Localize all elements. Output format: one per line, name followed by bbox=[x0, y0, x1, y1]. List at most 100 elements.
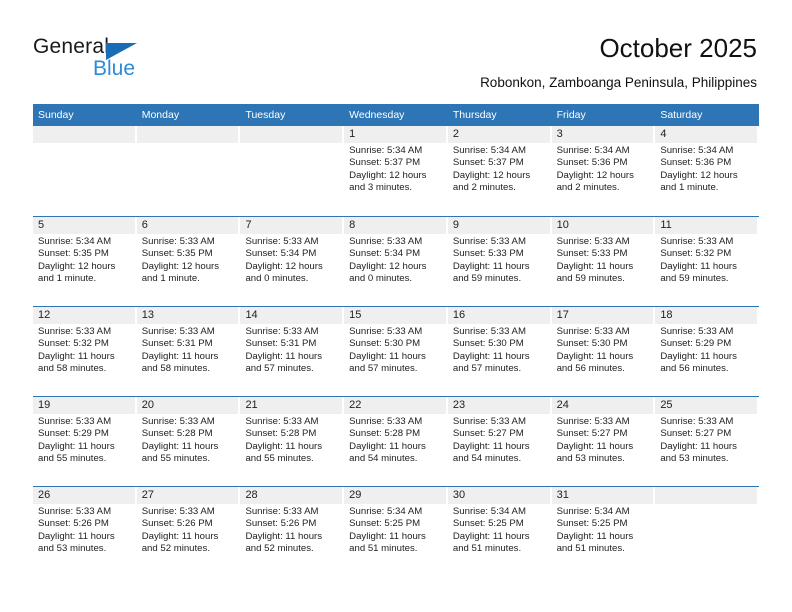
day-details: Sunrise: 5:34 AM Sunset: 5:25 PM Daylight:… bbox=[552, 504, 654, 556]
calendar-day-cell[interactable]: 7 Sunrise: 5:33 AM Sunset: 5:34 PM Daylight… bbox=[240, 217, 345, 306]
daylight-duration-line2: and 2 minutes. bbox=[556, 182, 620, 194]
sunrise-time: Sunrise: 5:33 AM bbox=[349, 416, 423, 427]
calendar-day-cell[interactable]: 23 Sunrise: 5:33 AM Sunset: 5:27 PM Dayligh… bbox=[447, 397, 552, 486]
sunrise-time: Sunrise: 5:33 AM bbox=[660, 416, 734, 427]
calendar-day-cell[interactable]: 3 Sunrise: 5:34 AM Sunset: 5:36 PM Daylight… bbox=[551, 126, 656, 216]
calendar-day-cell[interactable]: 4 Sunrise: 5:34 AM Sunset: 5:36 PM Daylight… bbox=[655, 126, 760, 216]
sunrise-time: Sunrise: 5:33 AM bbox=[245, 416, 319, 427]
calendar-day-cell[interactable]: 21 Sunrise: 5:33 AM Sunset: 5:28 PM Dayligh… bbox=[240, 397, 345, 486]
calendar-day-cell-empty bbox=[136, 126, 241, 216]
general-blue-logo[interactable]: General Blue bbox=[33, 35, 273, 90]
calendar-day-cell[interactable]: 27 Sunrise: 5:33 AM Sunset: 5:26 PM Dayligh… bbox=[136, 487, 241, 576]
sunrise-time: Sunrise: 5:33 AM bbox=[452, 416, 526, 427]
daylight-duration-line1: Daylight: 11 hours bbox=[556, 260, 634, 272]
calendar-day-cell[interactable]: 8 Sunrise: 5:33 AM Sunset: 5:34 PM Daylight… bbox=[344, 217, 448, 306]
daylight-duration-line2: and 57 minutes. bbox=[349, 363, 418, 375]
day-details: Sunrise: 5:33 AM Sunset: 5:26 PM Daylight:… bbox=[137, 504, 239, 556]
day-details: Sunrise: 5:33 AM Sunset: 5:34 PM Daylight:… bbox=[344, 234, 446, 286]
daylight-duration-line1: Daylight: 11 hours bbox=[349, 350, 426, 362]
daylight-duration-line2: and 55 minutes. bbox=[245, 453, 314, 465]
sunset-time: Sunset: 5:33 PM bbox=[556, 248, 628, 260]
daylight-duration-line2: and 1 minute. bbox=[38, 273, 97, 285]
sunrise-time: Sunrise: 5:34 AM bbox=[452, 506, 526, 517]
calendar-day-cell[interactable]: 24 Sunrise: 5:33 AM Sunset: 5:27 PM Dayligh… bbox=[551, 397, 656, 486]
daylight-duration-line2: and 52 minutes. bbox=[245, 543, 314, 555]
day-number: 6 bbox=[136, 217, 239, 234]
calendar-day-cell[interactable]: 25 Sunrise: 5:33 AM Sunset: 5:27 PM Dayligh… bbox=[655, 397, 760, 486]
day-number: 12 bbox=[33, 307, 135, 324]
day-details: Sunrise: 5:33 AM Sunset: 5:32 PM Daylight:… bbox=[655, 234, 757, 286]
day-details: Sunrise: 5:34 AM Sunset: 5:35 PM Daylight:… bbox=[33, 234, 135, 286]
daylight-duration-line1: Daylight: 11 hours bbox=[141, 440, 219, 452]
calendar-day-cell[interactable]: 9 Sunrise: 5:33 AM Sunset: 5:33 PM Daylight… bbox=[447, 217, 552, 306]
sunset-time: Sunset: 5:25 PM bbox=[452, 518, 524, 530]
calendar-day-cell[interactable]: 11 Sunrise: 5:33 AM Sunset: 5:32 PM Dayligh… bbox=[655, 217, 760, 306]
sunset-time: Sunset: 5:31 PM bbox=[245, 338, 317, 350]
calendar-day-cell[interactable]: 17 Sunrise: 5:33 AM Sunset: 5:30 PM Dayligh… bbox=[551, 307, 656, 396]
daylight-duration-line1: Daylight: 12 hours bbox=[38, 260, 116, 272]
calendar-day-cell[interactable]: 29 Sunrise: 5:34 AM Sunset: 5:25 PM Dayligh… bbox=[344, 487, 448, 576]
sunset-time: Sunset: 5:25 PM bbox=[556, 518, 628, 530]
daylight-duration-line2: and 56 minutes. bbox=[660, 363, 729, 375]
calendar-day-cell-empty bbox=[240, 126, 345, 216]
daylight-duration-line1: Daylight: 12 hours bbox=[245, 260, 323, 272]
calendar-day-cell[interactable]: 15 Sunrise: 5:33 AM Sunset: 5:30 PM Dayligh… bbox=[344, 307, 448, 396]
daylight-duration-line2: and 52 minutes. bbox=[141, 543, 210, 555]
day-number: 4 bbox=[655, 126, 758, 143]
daylight-duration-line1: Daylight: 11 hours bbox=[349, 530, 426, 542]
daylight-duration-line2: and 55 minutes. bbox=[141, 453, 210, 465]
calendar-day-cell[interactable]: 14 Sunrise: 5:33 AM Sunset: 5:31 PM Dayligh… bbox=[240, 307, 345, 396]
day-number: 24 bbox=[551, 397, 654, 414]
calendar-day-cell[interactable]: 31 Sunrise: 5:34 AM Sunset: 5:25 PM Dayligh… bbox=[551, 487, 656, 576]
calendar-day-cell[interactable]: 18 Sunrise: 5:33 AM Sunset: 5:29 PM Dayligh… bbox=[655, 307, 760, 396]
day-details: Sunrise: 5:33 AM Sunset: 5:28 PM Daylight:… bbox=[137, 414, 239, 466]
calendar-day-cell[interactable]: 28 Sunrise: 5:33 AM Sunset: 5:26 PM Dayligh… bbox=[240, 487, 345, 576]
calendar-day-cell[interactable]: 13 Sunrise: 5:33 AM Sunset: 5:31 PM Dayligh… bbox=[136, 307, 241, 396]
daylight-duration-line2: and 51 minutes. bbox=[349, 543, 418, 555]
day-number: 28 bbox=[240, 487, 343, 504]
calendar-day-cell[interactable]: 12 Sunrise: 5:33 AM Sunset: 5:32 PM Dayligh… bbox=[33, 307, 137, 396]
day-number: 31 bbox=[551, 487, 654, 504]
calendar-day-cell[interactable]: 2 Sunrise: 5:34 AM Sunset: 5:37 PM Daylight… bbox=[447, 126, 552, 216]
daylight-duration-line2: and 1 minute. bbox=[660, 182, 719, 194]
day-details: Sunrise: 5:33 AM Sunset: 5:29 PM Daylight:… bbox=[655, 324, 757, 376]
daylight-duration-line1: Daylight: 11 hours bbox=[452, 350, 530, 362]
calendar-day-cell[interactable]: 22 Sunrise: 5:33 AM Sunset: 5:28 PM Dayligh… bbox=[344, 397, 448, 486]
day-number bbox=[655, 487, 758, 504]
daylight-duration-line1: Daylight: 11 hours bbox=[452, 530, 530, 542]
calendar-day-cell[interactable]: 20 Sunrise: 5:33 AM Sunset: 5:28 PM Dayligh… bbox=[136, 397, 241, 486]
calendar-day-cell[interactable]: 19 Sunrise: 5:33 AM Sunset: 5:29 PM Dayligh… bbox=[33, 397, 137, 486]
day-number: 25 bbox=[655, 397, 758, 414]
sunset-time: Sunset: 5:35 PM bbox=[38, 248, 109, 260]
day-number: 1 bbox=[344, 126, 446, 143]
weekday-header-monday: Monday bbox=[141, 109, 180, 121]
day-details: Sunrise: 5:33 AM Sunset: 5:34 PM Daylight:… bbox=[240, 234, 342, 286]
day-details: Sunrise: 5:34 AM Sunset: 5:36 PM Daylight:… bbox=[655, 143, 757, 195]
sunrise-time: Sunrise: 5:33 AM bbox=[38, 326, 112, 337]
calendar-day-cell[interactable]: 26 Sunrise: 5:33 AM Sunset: 5:26 PM Dayligh… bbox=[33, 487, 137, 576]
calendar-day-cell[interactable]: 1 Sunrise: 5:34 AM Sunset: 5:37 PM Daylight… bbox=[344, 126, 448, 216]
daylight-duration-line2: and 53 minutes. bbox=[38, 543, 107, 555]
daylight-duration-line2: and 54 minutes. bbox=[349, 453, 418, 465]
sunrise-time: Sunrise: 5:33 AM bbox=[556, 326, 630, 337]
weekday-header-row: Sunday Monday Tuesday Wednesday Thursday Frid… bbox=[33, 104, 759, 126]
daylight-duration-line1: Daylight: 12 hours bbox=[141, 260, 220, 272]
day-details: Sunrise: 5:33 AM Sunset: 5:30 PM Daylight:… bbox=[344, 324, 446, 376]
day-details: Sunrise: 5:33 AM Sunset: 5:33 PM Daylight:… bbox=[448, 234, 550, 286]
daylight-duration-line2: and 55 minutes. bbox=[38, 453, 107, 465]
calendar-day-cell[interactable]: 30 Sunrise: 5:34 AM Sunset: 5:25 PM Dayligh… bbox=[447, 487, 552, 576]
calendar-day-cell[interactable]: 10 Sunrise: 5:33 AM Sunset: 5:33 PM Dayligh… bbox=[551, 217, 656, 306]
day-details: Sunrise: 5:34 AM Sunset: 5:36 PM Daylight:… bbox=[552, 143, 654, 195]
daylight-duration-line1: Daylight: 11 hours bbox=[349, 440, 426, 452]
calendar-day-cell[interactable]: 6 Sunrise: 5:33 AM Sunset: 5:35 PM Daylight… bbox=[136, 217, 241, 306]
daylight-duration-line1: Daylight: 12 hours bbox=[660, 169, 738, 181]
sunset-time: Sunset: 5:30 PM bbox=[452, 338, 524, 350]
calendar-day-cell[interactable]: 16 Sunrise: 5:33 AM Sunset: 5:30 PM Dayligh… bbox=[447, 307, 552, 396]
sunrise-time: Sunrise: 5:34 AM bbox=[452, 145, 526, 156]
daylight-duration-line1: Daylight: 11 hours bbox=[556, 350, 634, 362]
day-details: Sunrise: 5:33 AM Sunset: 5:33 PM Daylight:… bbox=[552, 234, 654, 286]
day-details: Sunrise: 5:34 AM Sunset: 5:37 PM Daylight:… bbox=[344, 143, 446, 195]
calendar-day-cell[interactable]: 5 Sunrise: 5:34 AM Sunset: 5:35 PM Daylight… bbox=[33, 217, 137, 306]
weekday-header-thursday: Thursday bbox=[452, 109, 497, 121]
daylight-duration-line1: Daylight: 11 hours bbox=[141, 530, 219, 542]
